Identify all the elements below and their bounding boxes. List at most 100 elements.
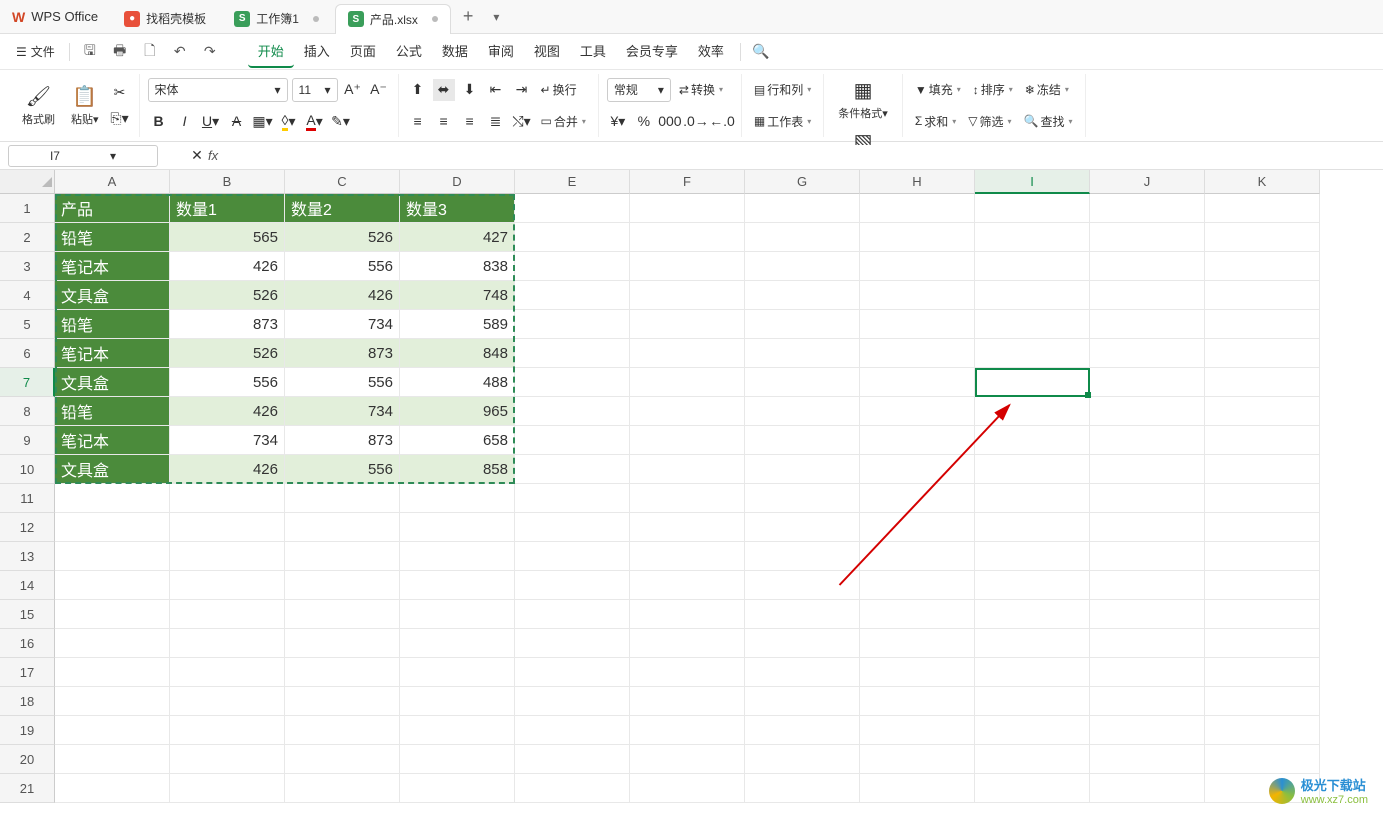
row-header-19[interactable]: 19: [0, 716, 55, 745]
menu-插入[interactable]: 插入: [294, 35, 340, 68]
col-header-E[interactable]: E: [515, 170, 630, 194]
cell-C16[interactable]: [285, 629, 400, 658]
sum-button[interactable]: Σ求和▾: [911, 111, 960, 132]
menu-视图[interactable]: 视图: [524, 35, 570, 68]
cell-J16[interactable]: [1090, 629, 1205, 658]
fill-color-icon[interactable]: ◊▾: [278, 110, 300, 132]
cell-D19[interactable]: [400, 716, 515, 745]
menu-公式[interactable]: 公式: [386, 35, 432, 68]
cell-K2[interactable]: [1205, 223, 1320, 252]
copy-icon[interactable]: ⎘▾: [109, 108, 131, 130]
align-middle-icon[interactable]: ⬌: [433, 79, 455, 101]
cell-B19[interactable]: [170, 716, 285, 745]
cell-I3[interactable]: [975, 252, 1090, 281]
convert-button[interactable]: ⇄ 转换▾: [675, 79, 727, 100]
select-all-corner[interactable]: [0, 170, 55, 194]
cell-G7[interactable]: [745, 368, 860, 397]
cell-F5[interactable]: [630, 310, 745, 339]
cell-F2[interactable]: [630, 223, 745, 252]
cell-B7[interactable]: 556: [170, 368, 285, 397]
formula-input[interactable]: [226, 145, 1375, 167]
cell-I20[interactable]: [975, 745, 1090, 774]
cell-J3[interactable]: [1090, 252, 1205, 281]
col-header-C[interactable]: C: [285, 170, 400, 194]
cell-A7[interactable]: 文具盒: [55, 368, 170, 397]
cell-I12[interactable]: [975, 513, 1090, 542]
cell-G6[interactable]: [745, 339, 860, 368]
cell-F18[interactable]: [630, 687, 745, 716]
cell-H19[interactable]: [860, 716, 975, 745]
cell-K1[interactable]: [1205, 194, 1320, 223]
cell-A21[interactable]: [55, 774, 170, 803]
cell-G11[interactable]: [745, 484, 860, 513]
freeze-button[interactable]: ❄冻结▾: [1021, 79, 1073, 100]
col-header-A[interactable]: A: [55, 170, 170, 194]
orientation-icon[interactable]: ⤭▾: [511, 110, 533, 132]
cell-I2[interactable]: [975, 223, 1090, 252]
cell-G19[interactable]: [745, 716, 860, 745]
cell-D16[interactable]: [400, 629, 515, 658]
cell-D12[interactable]: [400, 513, 515, 542]
cell-I9[interactable]: [975, 426, 1090, 455]
cell-D4[interactable]: 748: [400, 281, 515, 310]
cell-J8[interactable]: [1090, 397, 1205, 426]
col-header-F[interactable]: F: [630, 170, 745, 194]
name-box[interactable]: I7 ▾: [8, 145, 158, 167]
cell-J15[interactable]: [1090, 600, 1205, 629]
cell-I21[interactable]: [975, 774, 1090, 803]
cell-C21[interactable]: [285, 774, 400, 803]
cell-I11[interactable]: [975, 484, 1090, 513]
cell-G15[interactable]: [745, 600, 860, 629]
cell-G4[interactable]: [745, 281, 860, 310]
save-icon[interactable]: 🖫: [76, 38, 104, 66]
cell-H13[interactable]: [860, 542, 975, 571]
cell-B16[interactable]: [170, 629, 285, 658]
cell-K12[interactable]: [1205, 513, 1320, 542]
cell-K4[interactable]: [1205, 281, 1320, 310]
cell-C8[interactable]: 734: [285, 397, 400, 426]
undo-icon[interactable]: ↶: [166, 38, 194, 66]
cell-G8[interactable]: [745, 397, 860, 426]
cell-H12[interactable]: [860, 513, 975, 542]
cell-C4[interactable]: 426: [285, 281, 400, 310]
cell-E14[interactable]: [515, 571, 630, 600]
col-header-H[interactable]: H: [860, 170, 975, 194]
cell-E15[interactable]: [515, 600, 630, 629]
cell-I13[interactable]: [975, 542, 1090, 571]
cell-A6[interactable]: 笔记本: [55, 339, 170, 368]
cell-F13[interactable]: [630, 542, 745, 571]
cell-I4[interactable]: [975, 281, 1090, 310]
cell-J17[interactable]: [1090, 658, 1205, 687]
row-header-14[interactable]: 14: [0, 571, 55, 600]
format-brush-button[interactable]: 🖌 格式刷: [16, 80, 61, 131]
cell-C7[interactable]: 556: [285, 368, 400, 397]
highlight-icon[interactable]: ✎▾: [330, 110, 352, 132]
cell-D5[interactable]: 589: [400, 310, 515, 339]
cell-B18[interactable]: [170, 687, 285, 716]
cell-K15[interactable]: [1205, 600, 1320, 629]
cell-E1[interactable]: [515, 194, 630, 223]
cell-E20[interactable]: [515, 745, 630, 774]
cell-C1[interactable]: 数量2: [285, 194, 400, 223]
cell-C20[interactable]: [285, 745, 400, 774]
cell-J13[interactable]: [1090, 542, 1205, 571]
cell-A15[interactable]: [55, 600, 170, 629]
cell-H2[interactable]: [860, 223, 975, 252]
cell-J20[interactable]: [1090, 745, 1205, 774]
indent-dec-icon[interactable]: ⇤: [485, 79, 507, 101]
cell-H6[interactable]: [860, 339, 975, 368]
cell-H16[interactable]: [860, 629, 975, 658]
cell-D20[interactable]: [400, 745, 515, 774]
row-header-2[interactable]: 2: [0, 223, 55, 252]
col-header-B[interactable]: B: [170, 170, 285, 194]
cell-E11[interactable]: [515, 484, 630, 513]
cell-J12[interactable]: [1090, 513, 1205, 542]
cell-C17[interactable]: [285, 658, 400, 687]
cell-D17[interactable]: [400, 658, 515, 687]
align-right-icon[interactable]: ≡: [459, 110, 481, 132]
fill-button[interactable]: ▼填充▾: [911, 79, 965, 100]
cell-C13[interactable]: [285, 542, 400, 571]
menu-会员专享[interactable]: 会员专享: [616, 35, 688, 68]
cell-E18[interactable]: [515, 687, 630, 716]
cell-A13[interactable]: [55, 542, 170, 571]
